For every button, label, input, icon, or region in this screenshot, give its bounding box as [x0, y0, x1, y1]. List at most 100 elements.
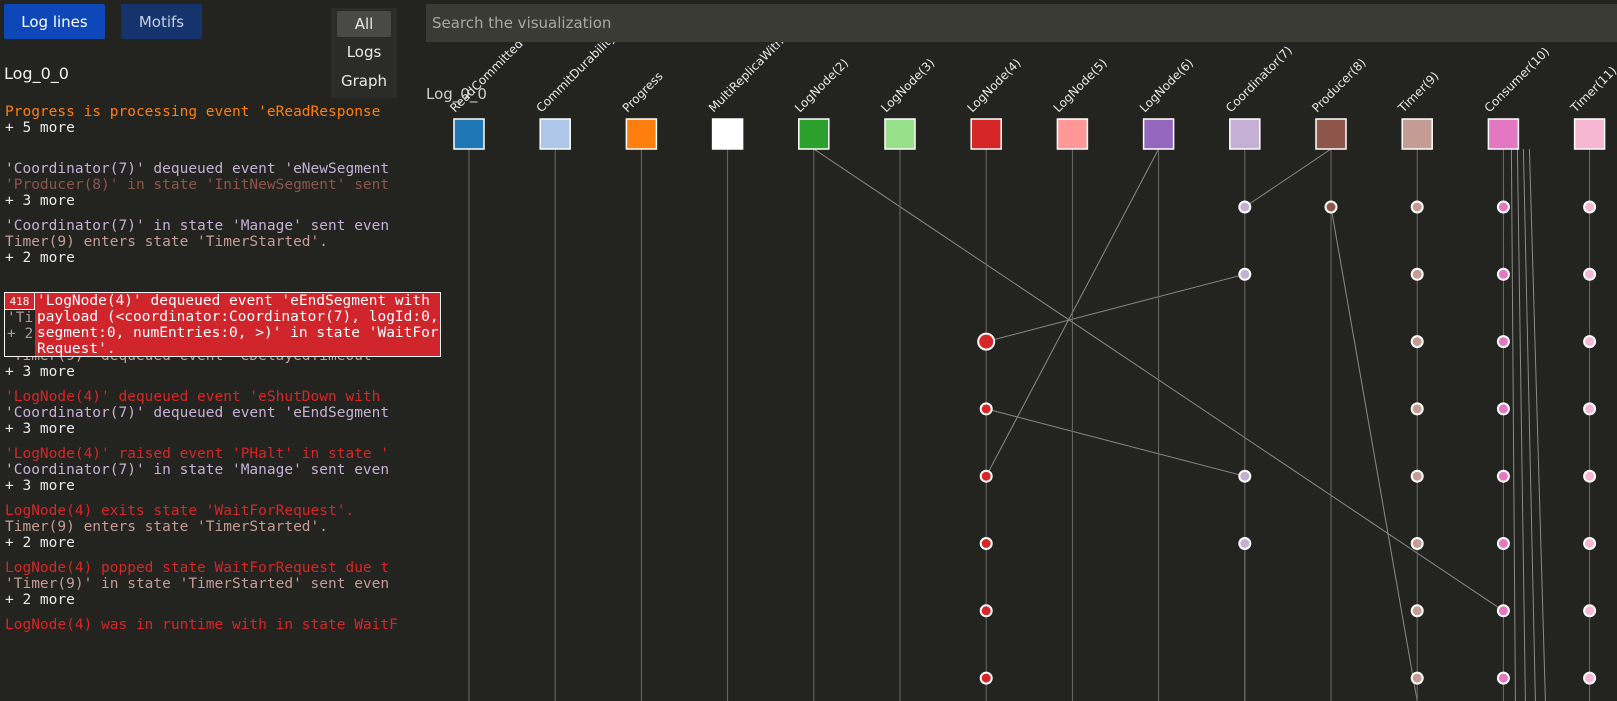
filter-option-logs[interactable]: Logs [337, 39, 391, 65]
log-line[interactable]: Timer(9) enters state 'TimerStarted'. [5, 234, 328, 250]
node-box[interactable] [539, 118, 571, 150]
event-dot[interactable] [1410, 469, 1424, 483]
more-lines-link[interactable]: + 3 more [5, 478, 75, 494]
event-dot[interactable] [1583, 671, 1597, 685]
filter-option-graph[interactable]: Graph [337, 68, 391, 94]
tooltip-text: 'LogNode(4)' dequeued event 'eEndSegment… [37, 293, 448, 357]
node-label: Progress [620, 69, 666, 115]
node-box[interactable] [1315, 118, 1347, 150]
event-dot[interactable] [1238, 267, 1252, 281]
search-input[interactable] [426, 4, 1617, 42]
event-dot[interactable] [1583, 604, 1597, 618]
selected-event-dot[interactable] [977, 332, 996, 351]
node-label: Producer(8) [1309, 56, 1369, 116]
log-line[interactable]: 'Coordinator(7)' in state 'Manage' sent … [5, 462, 389, 478]
message-edge [986, 273, 1245, 343]
log-list[interactable]: Progress is processing event 'eReadRespo… [0, 100, 428, 701]
node-box[interactable] [1401, 118, 1433, 150]
log-line[interactable]: LogNode(4) exits state 'WaitForRequest'. [5, 503, 354, 519]
log-line[interactable]: Timer(9) enters state 'TimerStarted'. [5, 519, 328, 535]
node-box[interactable] [1229, 118, 1261, 150]
event-dot[interactable] [1496, 537, 1510, 550]
filter-option-all[interactable]: All [337, 11, 391, 37]
event-dot[interactable] [1496, 604, 1510, 618]
node-box[interactable] [453, 118, 485, 150]
node-box[interactable] [1487, 118, 1520, 150]
node-label: ReadCommitted [447, 42, 525, 115]
log-line[interactable]: 'Coordinator(7)' dequeued event 'eNewSeg… [5, 161, 389, 177]
event-dot[interactable] [1583, 200, 1597, 214]
node-label: Consumer(10) [1482, 45, 1553, 116]
message-edge [1522, 148, 1536, 701]
log-line[interactable]: LogNode(4) was in runtime with in state … [5, 617, 398, 633]
event-dot[interactable] [1496, 671, 1510, 685]
line-number-badge: 418 [5, 293, 35, 310]
message-edge [1510, 148, 1516, 701]
node-box[interactable] [1056, 118, 1089, 150]
node-box[interactable] [884, 118, 916, 150]
log-line[interactable]: 'LogNode(4)' raised event 'PHalt' in sta… [5, 446, 389, 462]
node-box[interactable] [625, 118, 658, 150]
log-line[interactable]: LogNode(4) popped state WaitForRequest d… [5, 560, 389, 576]
message-edge [1244, 148, 1332, 208]
event-dot[interactable] [979, 604, 993, 618]
tab-motifs[interactable]: Motifs [121, 4, 202, 39]
event-dot[interactable] [1410, 335, 1424, 349]
more-lines-link[interactable]: + 3 more [5, 193, 75, 209]
event-dot[interactable] [1410, 402, 1424, 416]
event-dot[interactable] [1324, 200, 1338, 214]
log-line[interactable]: 'LogNode(4)' dequeued event 'eShutDown w… [5, 389, 380, 405]
event-dot[interactable] [1583, 267, 1597, 281]
event-dot[interactable] [1583, 402, 1597, 416]
node-label: LogNode(3) [878, 56, 937, 115]
event-dot[interactable] [1238, 537, 1252, 550]
sequence-graph[interactable]: Log_0_0 ReadCommitted CommitDurability Pro… [426, 42, 1617, 701]
node-label: MultiReplicaWith [706, 42, 787, 115]
node-box[interactable] [1142, 118, 1175, 150]
log-line[interactable]: 'Producer(8)' in state 'InitNewSegment' … [5, 177, 389, 193]
node-label: Coordinator(7) [1223, 43, 1295, 115]
node-label: Timer(11) [1567, 64, 1617, 116]
event-dot[interactable] [1238, 469, 1252, 483]
node-label: LogNode(5) [1051, 56, 1110, 115]
message-edge [986, 408, 1245, 477]
event-dot[interactable] [1583, 537, 1597, 550]
node-box[interactable] [1573, 118, 1606, 150]
event-dot[interactable] [1238, 200, 1252, 214]
log-line[interactable]: Progress is processing event 'eReadRespo… [5, 104, 380, 120]
event-dot[interactable] [1410, 200, 1424, 214]
node-box[interactable] [711, 118, 744, 150]
event-dot[interactable] [1496, 200, 1510, 214]
event-dot[interactable] [979, 469, 993, 483]
more-lines-link[interactable]: + 2 more [5, 250, 75, 266]
event-dot[interactable] [979, 671, 993, 685]
more-lines-link[interactable]: + 2 more [5, 592, 75, 608]
log-line-tooltip: 418 'Ti + 2 'LogNode(4)' dequeued event … [4, 292, 441, 357]
log-line[interactable]: 'Coordinator(7)' dequeued event 'eEndSeg… [5, 405, 389, 421]
event-dot[interactable] [979, 402, 993, 416]
tab-log-lines[interactable]: Log lines [4, 4, 105, 39]
more-lines-link[interactable]: + 3 more [5, 364, 75, 380]
event-dot[interactable] [1583, 335, 1597, 349]
tooltip-underlying-text: 'Ti + 2 [5, 310, 35, 356]
node-box[interactable] [798, 118, 830, 150]
log-line[interactable]: 'Coordinator(7)' in state 'Manage' sent … [5, 218, 389, 234]
event-dot[interactable] [1583, 469, 1597, 483]
message-edge [1330, 206, 1418, 701]
event-dot[interactable] [1410, 604, 1424, 618]
event-dot[interactable] [1496, 267, 1510, 281]
event-dot[interactable] [1496, 469, 1510, 483]
event-dot[interactable] [1496, 402, 1510, 416]
node-label: CommitDurability [533, 42, 618, 115]
message-edge [1528, 148, 1546, 701]
node-box[interactable] [970, 118, 1002, 150]
event-dot[interactable] [1410, 537, 1424, 550]
more-lines-link[interactable]: + 5 more [5, 120, 75, 136]
more-lines-link[interactable]: + 2 more [5, 535, 75, 551]
more-lines-link[interactable]: + 3 more [5, 421, 75, 437]
event-dot[interactable] [1410, 671, 1424, 685]
log-line[interactable]: 'Timer(9)' in state 'TimerStarted' sent … [5, 576, 389, 592]
event-dot[interactable] [979, 537, 993, 550]
event-dot[interactable] [1410, 267, 1424, 281]
event-dot[interactable] [1496, 335, 1510, 349]
